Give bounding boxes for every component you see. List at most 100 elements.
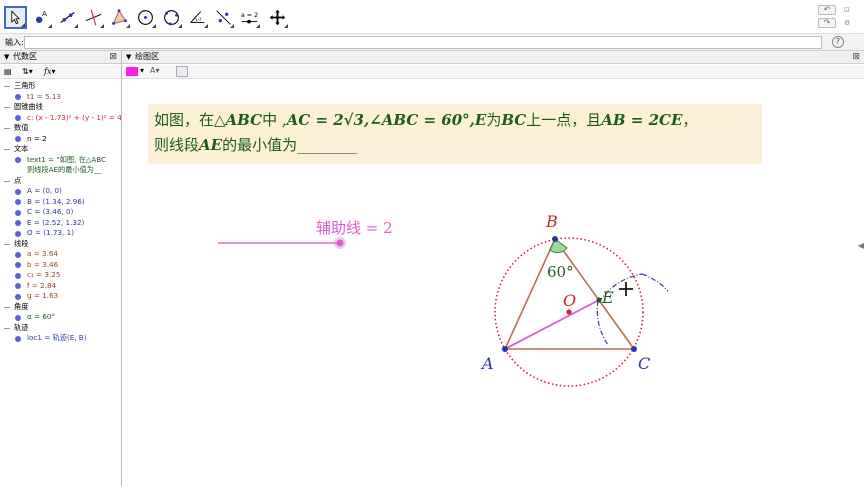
angle-tool-button[interactable]: α [186,6,209,29]
toggle-auxiliary-icon[interactable]: ▤ [4,67,12,76]
point-o[interactable] [566,309,572,315]
expand-panel-icon[interactable]: ◀ [858,241,864,250]
input-bar: 输入: ? [0,34,864,51]
algebra-item[interactable]: b = 3.46 [0,260,121,271]
visibility-toggle-icon[interactable] [15,293,21,300]
polygon-tool-button[interactable] [108,6,131,29]
visibility-toggle-icon[interactable] [15,94,21,100]
point-tool-button[interactable]: A [30,6,53,29]
help-icon[interactable]: ⚙ [844,19,850,27]
algebra-item[interactable]: n = 2 [0,134,121,145]
visibility-toggle-icon[interactable] [15,262,21,268]
reflect-tool-button[interactable] [212,6,235,29]
algebra-category[interactable]: 圆锥曲线 [0,102,121,113]
visibility-toggle-icon[interactable] [15,115,21,121]
collapse-icon[interactable]: ▼ [126,51,131,63]
input-help-icon[interactable]: ? [832,36,844,48]
algebra-item[interactable]: f = 2.84 [0,281,121,292]
visibility-toggle-icon[interactable] [15,230,21,237]
collapse-icon[interactable]: ▼ [4,51,9,63]
redo-button[interactable]: ↷ [818,18,836,28]
algebra-item-text: f = 2.84 [27,280,57,290]
undo-button[interactable]: ↶ [818,5,836,15]
angle-abc-marker[interactable] [549,238,568,254]
visibility-toggle-icon[interactable] [15,335,21,342]
algebra-item[interactable]: B = (1.34, 2.96) [0,197,121,208]
algebra-item[interactable]: text1 = "如图, 在△ABC [0,155,121,166]
algebra-item[interactable]: α = 60° [0,312,121,323]
visibility-toggle-icon[interactable] [15,209,21,216]
algebra-item[interactable]: E = (2.52, 1.32) [0,218,121,229]
slider-tool-button[interactable]: a = 2 [238,6,261,29]
input-field[interactable] [24,36,822,49]
algebra-item-text: A = (0, 0) [27,186,62,195]
algebra-category[interactable]: 点 [0,176,121,187]
visibility-toggle-icon[interactable] [15,199,21,205]
segment-ae[interactable] [504,299,600,350]
visibility-toggle-icon[interactable] [15,157,21,163]
visibility-toggle-icon[interactable] [15,136,21,142]
point-a[interactable] [502,346,508,352]
visibility-toggle-icon[interactable] [15,283,21,289]
algebra-item[interactable]: O = (1.73, 1) [0,228,121,239]
point-c[interactable] [631,346,637,352]
close-icon[interactable]: ⊠ [109,51,117,63]
algebra-category[interactable]: 文本 [0,144,121,155]
visibility-toggle-icon[interactable] [15,188,21,195]
text-style-icon[interactable]: A▾ [150,66,160,75]
problem-text: 如图，在△ABC中 ,AC = 2√3,∠ABC = 60°,E为BC上一点，且… [148,104,762,164]
visibility-toggle-icon[interactable] [15,220,21,226]
algebra-item-text: b = 3.46 [27,259,59,269]
algebra-item[interactable]: c: (x - 1.73)² + (y - 1)² = 4 [0,113,121,124]
perpendicular-tool-button[interactable] [82,6,105,29]
circle-tool-button[interactable] [134,6,157,29]
point-tool-label: A [42,9,47,18]
problem-line-2: 则线段AE的最小值为________ [154,136,358,154]
algebra-category[interactable]: 线段 [0,239,121,250]
graphics-panel-header: ▼ 绘图区 ⊠ [122,51,864,64]
algebra-item[interactable]: a = 3.64 [0,249,121,260]
angle-label: 60° [547,263,574,281]
algebra-item[interactable]: g = 1.63 [0,291,121,302]
algebra-panel-header: ▼ 代数区 ⊠ [0,51,121,64]
algebra-item-text: a = 3.64 [27,249,58,258]
algebra-category[interactable]: 角度 [0,302,121,313]
algebra-item[interactable]: A = (0, 0) [0,186,121,197]
input-label: 输入: [5,38,24,47]
algebra-item[interactable]: loc1 = 轨迹(E, B) [0,333,121,344]
algebra-item-text: B = (1.34, 2.96) [27,196,85,206]
locus-arc-right[interactable] [641,273,669,292]
color-swatch[interactable] [126,67,138,76]
algebra-item[interactable]: t1 = 5.13 [0,92,121,103]
point-e[interactable] [596,297,602,303]
algebra-item[interactable]: c₁ = 3.25 [0,270,121,281]
graphics-style-bar: ▾ A▾ [122,65,864,79]
slider-handle[interactable] [336,239,344,247]
algebra-item-text: t1 = 5.13 [27,91,61,101]
algebra-item-text: loc1 = 轨迹(E, B) [27,333,87,342]
pin-icon[interactable] [176,66,188,77]
visibility-toggle-icon[interactable] [15,272,21,279]
algebra-item[interactable]: C = (3.46, 0) [0,207,121,218]
perspectives-icon[interactable]: ⊡ [844,6,850,14]
dropdown-arrow-icon[interactable]: ▾ [140,66,144,75]
move-tool-button[interactable] [4,6,27,29]
point-b[interactable] [552,236,558,242]
move-view-tool-button[interactable] [266,6,289,29]
formula-display-icon[interactable]: fx▾ [44,67,56,76]
visibility-toggle-icon[interactable] [15,314,21,321]
algebra-category[interactable]: 轨迹 [0,323,121,334]
label-o: O [563,291,576,310]
algebra-item-text: O = (1.73, 1) [27,228,75,237]
visibility-toggle-icon[interactable] [15,251,21,258]
line-tool-button[interactable] [56,6,79,29]
algebra-category[interactable]: 数值 [0,123,121,134]
algebra-item-text: 则线段AE的最小值为__ [27,165,102,174]
svg-text:α: α [198,17,202,23]
circle-3points-tool-button[interactable] [160,6,183,29]
locus-arc-lower[interactable] [596,300,609,346]
algebra-category[interactable]: 三角形 [0,81,121,92]
close-icon[interactable]: ⊠ [852,51,860,63]
algebra-item[interactable]: 则线段AE的最小值为__ [0,165,121,176]
sort-by-icon[interactable]: ⇅▾ [22,67,33,76]
